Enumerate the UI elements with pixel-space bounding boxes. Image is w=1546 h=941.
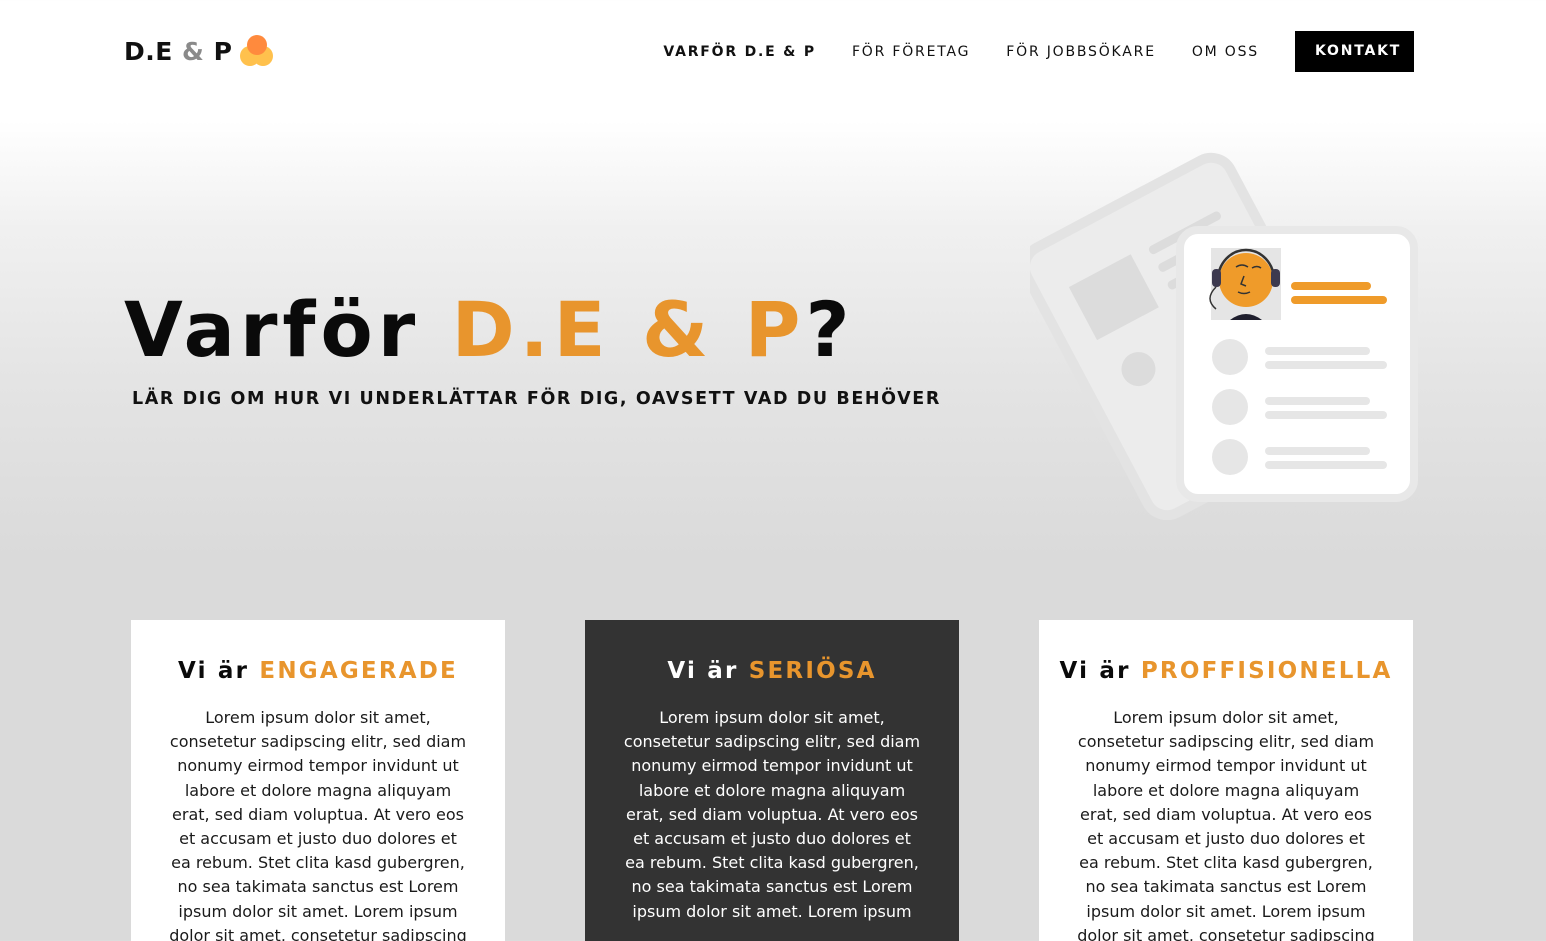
card-seriosa: Vi är SERIÖSA Lorem ipsum dolor sit amet…	[585, 620, 959, 941]
logo-text: D.E & P	[124, 36, 233, 66]
card-proffisionella: Vi är PROFFISIONELLA Lorem ipsum dolor s…	[1039, 620, 1413, 941]
hero-title-prefix: Varför	[124, 285, 421, 374]
nav-link-for-foretag[interactable]: FÖR FÖRETAG	[852, 44, 970, 60]
logo[interactable]: D.E & P	[124, 34, 276, 68]
nav-link-varfor[interactable]: VARFÖR D.E & P	[663, 44, 816, 60]
hero-title: Varför D.E & P?	[124, 282, 855, 378]
card-title: Vi är ENGAGERADE	[178, 658, 458, 684]
card-title: Vi är SERIÖSA	[667, 658, 877, 684]
card-body: Lorem ipsum dolor sit amet, consetetur s…	[623, 708, 921, 921]
card-engagerade: Vi är ENGAGERADE Lorem ipsum dolor sit a…	[131, 620, 505, 941]
card-body: Lorem ipsum dolor sit amet, consetetur s…	[1077, 708, 1375, 941]
nav-link-om-oss[interactable]: OM OSS	[1192, 44, 1259, 60]
hero-subtitle: LÄR DIG OM HUR VI UNDERLÄTTAR FÖR DIG, O…	[132, 389, 941, 409]
site-header: D.E & P VARFÖR D.E & P FÖR FÖRETAG FÖR J…	[0, 0, 1546, 100]
main-nav: VARFÖR D.E & P FÖR FÖRETAG FÖR JOBBSÖKAR…	[627, 31, 1414, 72]
card-body: Lorem ipsum dolor sit amet, consetetur s…	[169, 708, 467, 941]
profile-card-illustration-icon	[1019, 130, 1430, 521]
hero-title-suffix: ?	[805, 285, 855, 374]
hero-title-highlight: D.E & P	[451, 285, 806, 374]
logo-dots-icon	[240, 34, 276, 68]
kontakt-button[interactable]: KONTAKT	[1295, 31, 1414, 72]
card-title: Vi är PROFFISIONELLA	[1059, 658, 1393, 684]
nav-link-for-jobbsokare[interactable]: FÖR JOBBSÖKARE	[1006, 44, 1156, 60]
